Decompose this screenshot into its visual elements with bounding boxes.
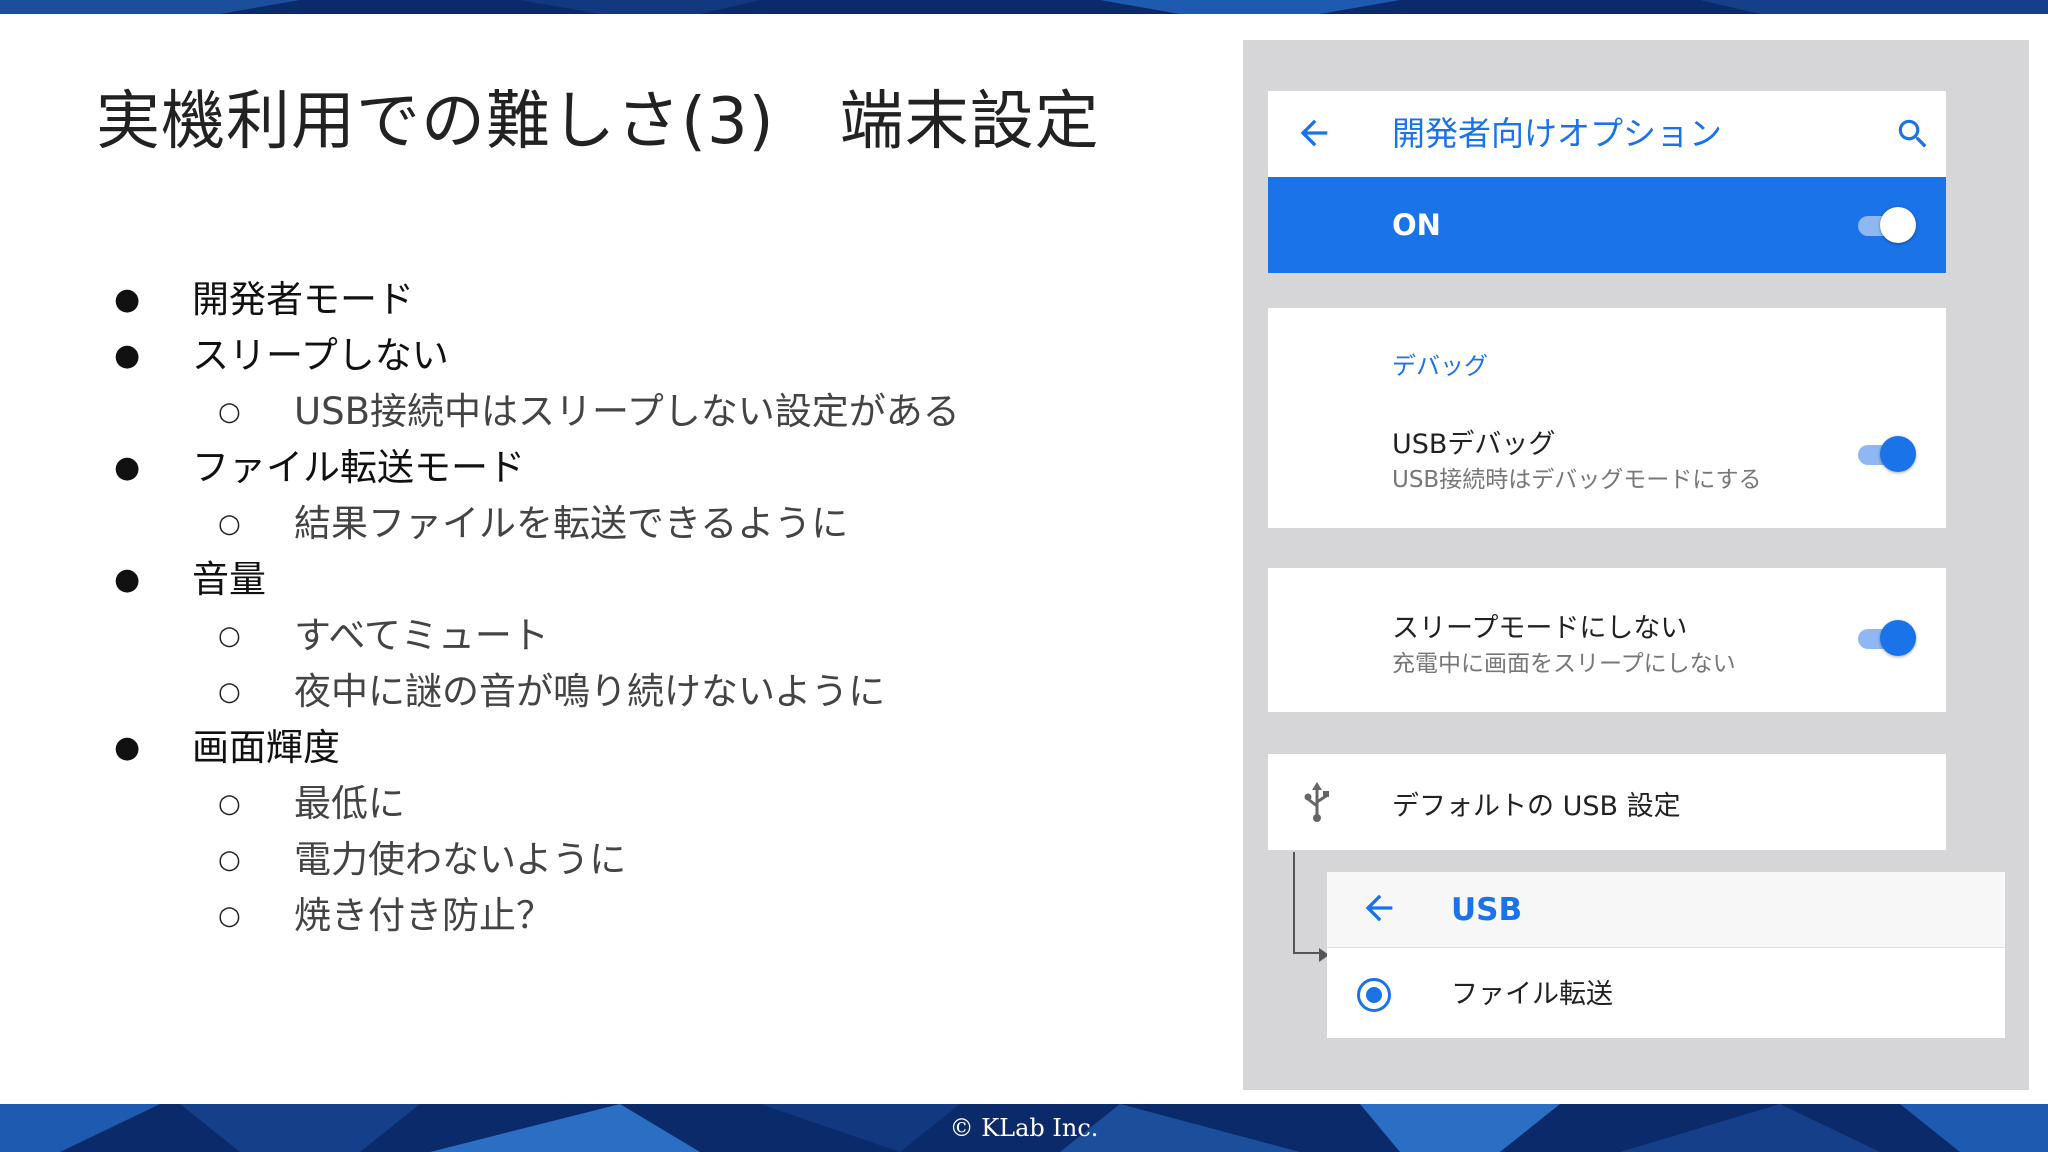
sub-bullet-text: 夜中に謎の音が鳴り続けないように [294, 670, 886, 713]
usb-app-bar-title: USB [1451, 892, 1523, 928]
bullet-marker: ● [114, 562, 141, 597]
copyright-footer: © KLab Inc. [949, 1114, 1099, 1142]
file-transfer-label[interactable]: ファイル転送 [1451, 978, 1613, 1012]
bullet-text: 音量 [192, 558, 266, 601]
bullet-text: 画面輝度 [192, 726, 340, 769]
master-toggle-switch[interactable] [1858, 205, 1916, 245]
developer-options-app-bar: 開発者向けオプション [1268, 91, 1946, 177]
bullet-item: ● 音量 [114, 552, 1154, 608]
sub-bullet-marker: ○ [218, 509, 241, 539]
file-transfer-radio[interactable] [1357, 978, 1391, 1012]
sub-bullet-marker: ○ [218, 901, 241, 931]
sub-bullet-text: 焼き付き防止？ [294, 894, 553, 937]
sub-bullet-text: 結果ファイルを転送できるように [294, 502, 849, 545]
toggle-knob [1880, 620, 1916, 656]
debug-section-card: デバッグ USBデバッグ USB接続時はデバッグモードにする [1268, 308, 1946, 528]
sub-bullet-item: ○ すべてミュート [114, 608, 1154, 664]
stay-awake-toggle[interactable] [1858, 618, 1916, 658]
toggle-knob [1880, 207, 1916, 243]
sub-bullet-text: すべてミュート [294, 614, 549, 657]
settings-screenshot-panel: 開発者向けオプション ON デバッグ USBデバッグ USB接続時はデバッグモー… [1243, 40, 2029, 1090]
stay-awake-title: スリープモードにしない [1392, 613, 1688, 644]
usb-mode-screen: USB ファイル転送 [1327, 872, 2005, 1038]
bullet-marker: ● [114, 338, 141, 373]
arrow-left-icon[interactable] [1294, 113, 1334, 157]
bullet-list: ● 開発者モード ● スリープしない ○ USB接続中はスリープしない設定がある ● フ… [114, 272, 1154, 944]
debug-section-header: デバッグ [1392, 352, 1488, 380]
sub-bullet-marker: ○ [218, 845, 241, 875]
connector-line [1293, 852, 1325, 954]
bullet-text: スリープしない [192, 334, 449, 377]
sub-bullet-item: ○ 焼き付き防止？ [114, 888, 1154, 944]
sub-bullet-marker: ○ [218, 789, 241, 819]
toggle-knob [1880, 436, 1916, 472]
top-decorative-band [0, 0, 2048, 14]
bullet-marker: ● [114, 450, 141, 485]
app-bar-title: 開発者向けオプション [1392, 114, 1722, 153]
sub-bullet-text: 最低に [294, 782, 405, 825]
sub-bullet-item: ○ 夜中に謎の音が鳴り続けないように [114, 664, 1154, 720]
sub-bullet-marker: ○ [218, 677, 241, 707]
sub-bullet-item: ○ 電力使わないように [114, 832, 1154, 888]
bullet-item: ● スリープしない [114, 328, 1154, 384]
sub-bullet-marker: ○ [218, 397, 241, 427]
bullet-text: ファイル転送モード [192, 446, 525, 489]
sub-bullet-item: ○ 結果ファイルを転送できるように [114, 496, 1154, 552]
slide-title: 実機利用での難しさ(3) 端末設定 [96, 85, 1100, 159]
bullet-item: ● 画面輝度 [114, 720, 1154, 776]
usb-icon [1302, 782, 1332, 826]
default-usb-config-label: デフォルトの USB 設定 [1392, 791, 1681, 822]
stay-awake-card[interactable]: スリープモードにしない 充電中に画面をスリープにしない [1268, 568, 1946, 712]
sub-bullet-item: ○ 最低に [114, 776, 1154, 832]
sub-bullet-text: 電力使わないように [294, 838, 627, 881]
usb-debug-subtitle: USB接続時はデバッグモードにする [1392, 467, 1762, 493]
arrow-left-icon[interactable] [1359, 888, 1399, 932]
bullet-text: 開発者モード [192, 278, 414, 321]
bullet-item: ● ファイル転送モード [114, 440, 1154, 496]
usb-debug-toggle[interactable] [1858, 434, 1916, 474]
master-switch-bar[interactable]: ON [1268, 177, 1946, 273]
bullet-marker: ● [114, 282, 141, 317]
bullet-item: ● 開発者モード [114, 272, 1154, 328]
stay-awake-subtitle: 充電中に画面をスリープにしない [1392, 651, 1736, 677]
sub-bullet-marker: ○ [218, 621, 241, 651]
sub-bullet-item: ○ USB接続中はスリープしない設定がある [114, 384, 1154, 440]
search-icon[interactable] [1894, 115, 1932, 157]
usb-debug-title[interactable]: USBデバッグ [1392, 422, 1555, 461]
default-usb-config-row[interactable]: デフォルトの USB 設定 [1268, 754, 1946, 850]
sub-bullet-text: USB接続中はスリープしない設定がある [294, 390, 960, 433]
usb-app-bar: USB [1327, 872, 2005, 948]
master-switch-label: ON [1392, 208, 1441, 242]
bullet-marker: ● [114, 730, 141, 765]
